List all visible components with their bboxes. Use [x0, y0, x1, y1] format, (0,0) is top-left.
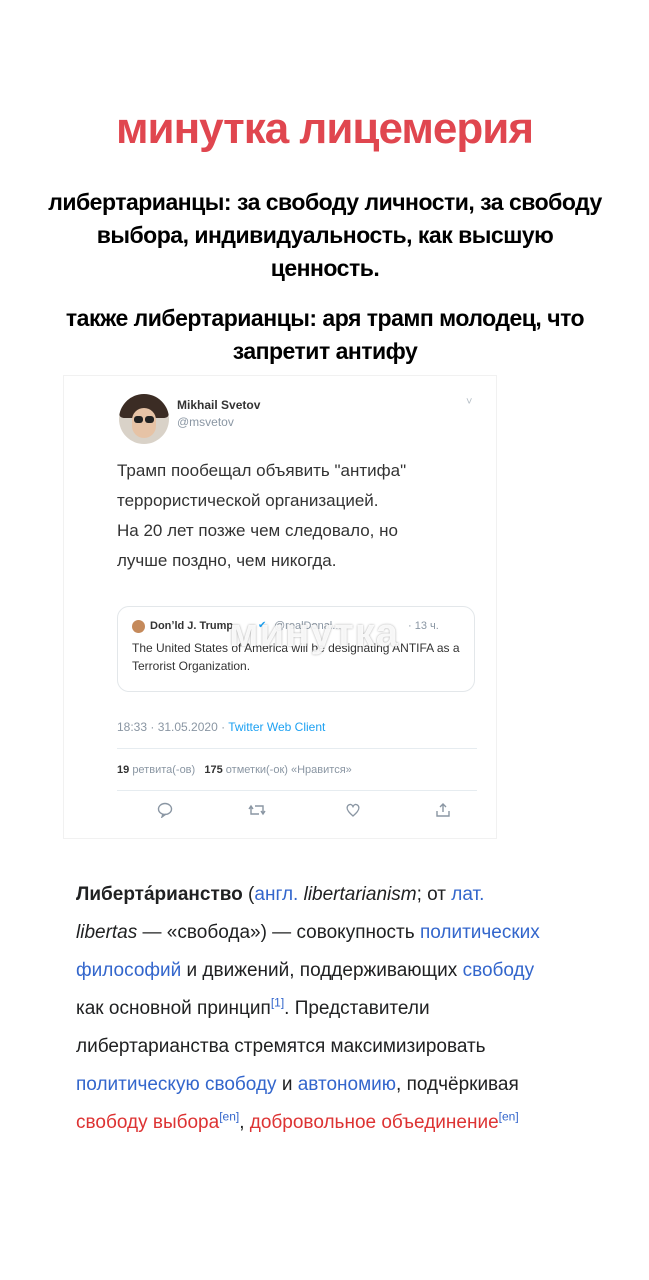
wiki-term: Либерта́рианство: [76, 884, 243, 905]
tweet-line: лучше поздно, чем никогда.: [117, 551, 337, 570]
wiki-text: и движений, поддерживающих: [181, 960, 463, 981]
wikipedia-excerpt: Либерта́рианство (англ. libertarianism; …: [76, 876, 546, 1142]
caption-libertarians: либертарианцы: за свободу личности, за с…: [48, 189, 602, 281]
watermark: минутка: [229, 611, 399, 655]
wiki-link-latin[interactable]: лат.: [451, 884, 484, 905]
wiki-link-voluntary-association[interactable]: добровольное объединение: [250, 1112, 499, 1133]
divider: [117, 748, 477, 749]
tweet-client-link[interactable]: Twitter Web Client: [228, 720, 325, 734]
tweet-meta: 18:33 · 31.05.2020 · Twitter Web Client: [117, 720, 325, 734]
avatar[interactable]: [119, 394, 169, 444]
wiki-link-freedom[interactable]: свободу: [463, 960, 535, 981]
like-count[interactable]: 175: [204, 764, 222, 776]
wiki-link-autonomy[interactable]: автономию: [298, 1074, 396, 1095]
share-icon[interactable]: [431, 802, 455, 823]
wiki-text: — «свобода») — совокупность: [137, 922, 420, 943]
quoted-avatar: [132, 620, 145, 633]
wiki-text: как основной принцип: [76, 998, 271, 1019]
like-label: отметки(-ок) «Нравится»: [225, 764, 352, 776]
tweet-text: Трамп пообещал объявить "антифа" террори…: [117, 456, 487, 576]
wiki-link-political-freedom[interactable]: политическую свободу: [76, 1074, 277, 1095]
wiki-latin-word: libertas: [76, 922, 138, 943]
wiki-text: ; от: [416, 884, 452, 905]
headline: минутка лицемерия: [115, 104, 534, 153]
wiki-link-freedom-of-choice[interactable]: свободу выбора: [76, 1112, 219, 1133]
retweet-icon[interactable]: [245, 802, 269, 823]
chevron-down-icon[interactable]: ˅: [466, 396, 472, 408]
tweet-line: террористической организацией.: [117, 491, 379, 510]
wiki-link-english[interactable]: англ.: [254, 884, 298, 905]
wiki-text: , подчёркивая: [396, 1074, 519, 1095]
tweet-line: На 20 лет позже чем следовало, но: [117, 521, 398, 540]
tweet-actions: [117, 802, 477, 826]
retweet-count[interactable]: 19: [117, 764, 129, 776]
wiki-ref-en[interactable]: [en]: [219, 1110, 239, 1124]
wiki-text: и: [276, 1074, 298, 1095]
wiki-text: ,: [239, 1112, 250, 1133]
divider: [117, 790, 477, 791]
tweet-screenshot: Mikhail Svetov @msvetov ˅ Трамп пообещал…: [64, 376, 496, 838]
tweet-time: 18:33 · 31.05.2020 ·: [117, 720, 226, 734]
heart-icon[interactable]: [341, 802, 365, 823]
tweet-stats: 19 ретвита(-ов) 175 отметки(-ок) «Нравит…: [117, 764, 352, 776]
wiki-ref-en[interactable]: [en]: [499, 1110, 519, 1124]
tweet-author-handle[interactable]: @msvetov: [177, 415, 234, 429]
wiki-text: (: [242, 884, 255, 905]
wiki-ref-1[interactable]: [1]: [271, 996, 284, 1010]
reply-icon[interactable]: [153, 802, 177, 823]
tweet-author-name[interactable]: Mikhail Svetov: [177, 398, 260, 412]
retweet-label: ретвита(-ов): [132, 764, 196, 776]
caption-also-libertarians: также либертарианцы: аря трамп молодец, …: [65, 305, 585, 364]
tweet-line: Трамп пообещал объявить "антифа": [117, 461, 407, 480]
wiki-english-word: libertarianism: [298, 884, 417, 905]
